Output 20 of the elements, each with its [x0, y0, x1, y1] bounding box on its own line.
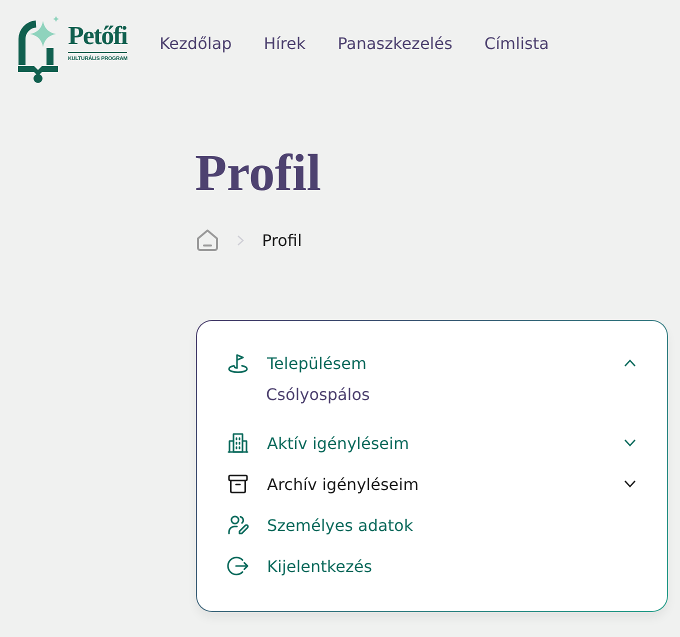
breadcrumb-current: Profil	[262, 230, 302, 250]
logo-icon[interactable]	[16, 15, 60, 83]
nav-link[interactable]: Hírek	[264, 34, 306, 52]
logout-icon	[226, 554, 250, 578]
settlement-value: Csólyospálos	[266, 384, 370, 406]
archive-icon	[226, 472, 250, 496]
chevron-right-icon	[237, 234, 244, 246]
page-title: Profil	[195, 144, 322, 204]
nav-link[interactable]: Panaszkezelés	[338, 34, 452, 52]
logo-title: Petőfi	[68, 22, 127, 50]
user-edit-icon	[226, 513, 250, 537]
menu-item[interactable]: Aktív igényléseim	[197, 427, 667, 459]
menu-item[interactable]: Kijelentkezés	[197, 550, 667, 582]
flag-icon	[226, 351, 250, 375]
nav-link[interactable]: Címlista	[484, 34, 549, 52]
menu-item[interactable]: Településem	[197, 347, 667, 379]
building-icon	[226, 431, 250, 455]
menu-item[interactable]: Archív igényléseim	[197, 468, 667, 500]
menu-item[interactable]: Személyes adatok	[197, 509, 667, 541]
nav-link[interactable]: Kezdőlap	[159, 34, 232, 52]
